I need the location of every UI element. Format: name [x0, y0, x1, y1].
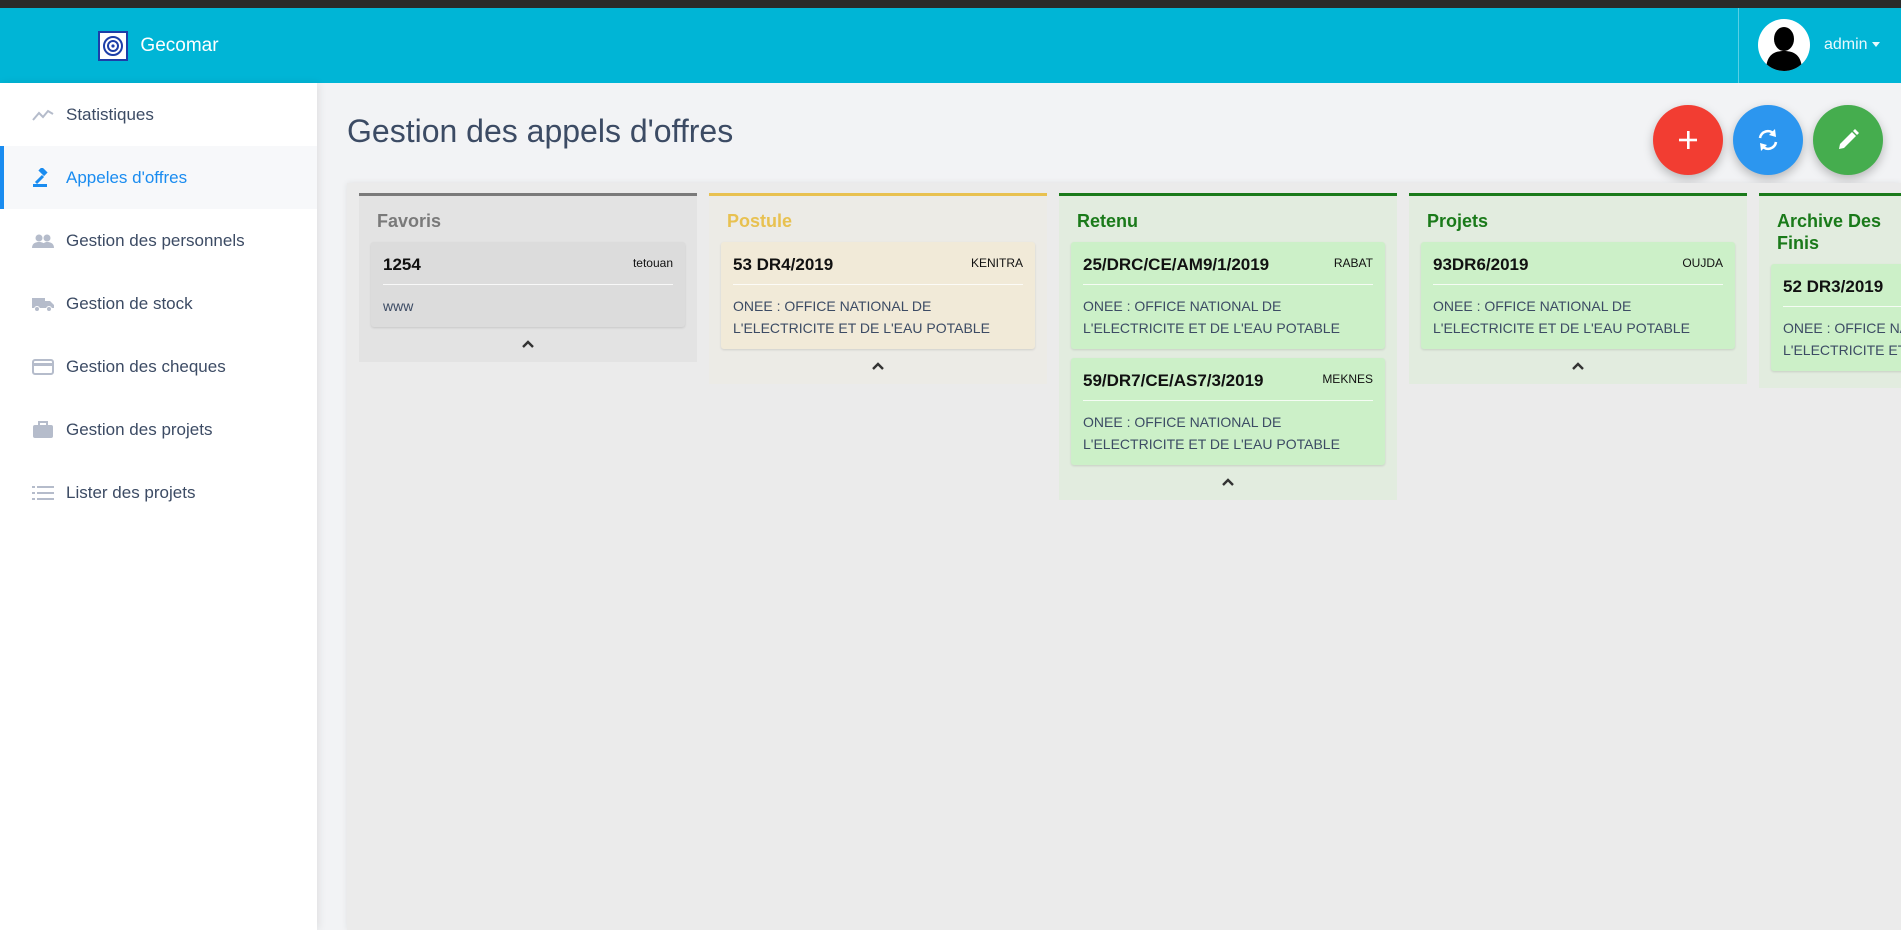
collapse-button[interactable] [721, 358, 1035, 376]
truck-icon [32, 295, 54, 313]
card-description: ONEE : OFFICE NATIONAL DE L'ELECTRICITE … [1083, 298, 1340, 336]
card-city: KENITRA [970, 256, 1023, 270]
sidebar-item-label: Gestion des projets [66, 419, 213, 439]
refresh-button[interactable] [1733, 105, 1803, 175]
sidebar-item-statistiques[interactable]: Statistiques [0, 83, 317, 146]
top-navbar: Gecomar admin [0, 8, 1901, 83]
sidebar-item-label: Gestion de stock [66, 293, 193, 313]
chevron-up-icon [522, 340, 534, 348]
column-title: Archive Des Finis [1777, 211, 1882, 253]
chevron-up-icon [1222, 478, 1234, 486]
sidebar-item-gestion-projets[interactable]: Gestion des projets [0, 398, 317, 461]
pencil-icon [1839, 129, 1859, 149]
card-city: RABAT [1333, 256, 1373, 270]
caret-down-icon [1871, 42, 1880, 48]
list-icon [32, 484, 54, 502]
card-description: ONEE : OFFICE NATIONAL DE L'ELECTRICITE … [1083, 414, 1340, 452]
column-retenu: Retenu 25/DRC/CE/AM9/1/2019 RABAT ONEE :… [1059, 193, 1397, 500]
column-title: Favoris [377, 211, 442, 231]
edit-button[interactable] [1813, 105, 1883, 175]
sidebar-item-lister-projets[interactable]: Lister des projets [0, 461, 317, 524]
card-description: www [383, 298, 414, 314]
collapse-button[interactable] [1421, 358, 1735, 376]
tender-card[interactable]: 53 DR4/2019 KENITRA ONEE : OFFICE NATION… [721, 242, 1035, 349]
sidebar-item-label: Appeles d'offres [66, 167, 188, 187]
user-menu[interactable]: admin [1758, 19, 1880, 71]
card-city: OUJDA [1682, 256, 1723, 270]
users-icon [32, 232, 54, 250]
column-favoris: Favoris 1254 tetouan www [359, 193, 697, 362]
card-reference: 52 DR3/2019 [1783, 277, 1884, 296]
card-reference: 53 DR4/2019 [733, 255, 834, 274]
column-archive-des-finis: Archive Des Finis 52 DR3/2019 ONEE : OFF… [1759, 193, 1901, 388]
card-city: tetouan [632, 256, 673, 270]
brand[interactable]: Gecomar [0, 8, 317, 83]
chevron-up-icon [1572, 362, 1584, 370]
collapse-button[interactable] [1071, 474, 1385, 492]
card-reference: 93DR6/2019 [1433, 255, 1529, 274]
column-title: Postule [727, 211, 793, 231]
briefcase-icon [32, 420, 54, 439]
tender-card[interactable]: 59/DR7/CE/AS7/3/2019 MEKNES ONEE : OFFIC… [1071, 358, 1385, 465]
card-reference: 59/DR7/CE/AS7/3/2019 [1083, 371, 1264, 390]
sidebar-item-gestion-cheques[interactable]: Gestion des cheques [0, 335, 317, 398]
window-top-strip [0, 0, 1901, 8]
sidebar-item-appeles-doffres[interactable]: Appeles d'offres [0, 146, 317, 209]
add-button[interactable] [1653, 105, 1723, 175]
gavel-icon [32, 167, 54, 187]
credit-card-icon [32, 358, 54, 376]
collapse-button[interactable] [371, 336, 685, 354]
tender-card[interactable]: 1254 tetouan www [371, 242, 685, 327]
tender-card[interactable]: 93DR6/2019 OUJDA ONEE : OFFICE NATIONAL … [1421, 242, 1735, 349]
card-reference: 25/DRC/CE/AM9/1/2019 [1083, 255, 1270, 274]
refresh-icon [1758, 129, 1778, 151]
card-reference: 1254 [383, 255, 421, 274]
kanban-board: Favoris 1254 tetouan www Postule 53 DR4/… [347, 183, 1901, 930]
avatar[interactable] [1758, 19, 1810, 71]
user-name: admin [1824, 36, 1868, 53]
card-description: ONEE : OFFICE NATIONAL DE L'ELECTRICITE … [733, 298, 990, 336]
sidebar-item-gestion-personnels[interactable]: Gestion des personnels [0, 209, 317, 272]
sidebar-item-label: Gestion des personnels [66, 230, 245, 250]
column-title: Projets [1427, 211, 1489, 231]
sidebar-item-label: Gestion des cheques [66, 356, 226, 376]
app-name: Gecomar [140, 34, 219, 56]
sidebar-item-label: Lister des projets [66, 482, 196, 502]
column-title: Retenu [1077, 211, 1139, 231]
page-title: Gestion des appels d'offres [347, 113, 734, 149]
main-content: Gestion des appels d'offres Favoris 1254… [317, 83, 1901, 930]
gecomar-logo [98, 30, 129, 61]
tender-card[interactable]: 25/DRC/CE/AM9/1/2019 RABAT ONEE : OFFICE… [1071, 242, 1385, 349]
sidebar-item-label: Statistiques [66, 104, 154, 124]
user-silhouette-icon [1766, 27, 1802, 71]
column-projets: Projets 93DR6/2019 OUJDA ONEE : OFFICE N… [1409, 193, 1747, 384]
chevron-up-icon [872, 362, 884, 370]
column-postule: Postule 53 DR4/2019 KENITRA ONEE : OFFIC… [709, 193, 1047, 384]
chart-line-icon [32, 106, 54, 124]
card-description: ONEE : OFFICE NATIONAL DE L'ELECTRICITE … [1783, 320, 1901, 358]
sidebar-item-gestion-stock[interactable]: Gestion de stock [0, 272, 317, 335]
plus-icon [1679, 131, 1697, 149]
tender-card[interactable]: 52 DR3/2019 ONEE : OFFICE NATIONAL DE L'… [1771, 264, 1901, 371]
card-city: MEKNES [1322, 372, 1373, 386]
sidebar: Statistiques Appeles d'offres Gestion de… [0, 83, 317, 930]
navbar-divider [1738, 8, 1739, 83]
card-description: ONEE : OFFICE NATIONAL DE L'ELECTRICITE … [1433, 298, 1690, 336]
